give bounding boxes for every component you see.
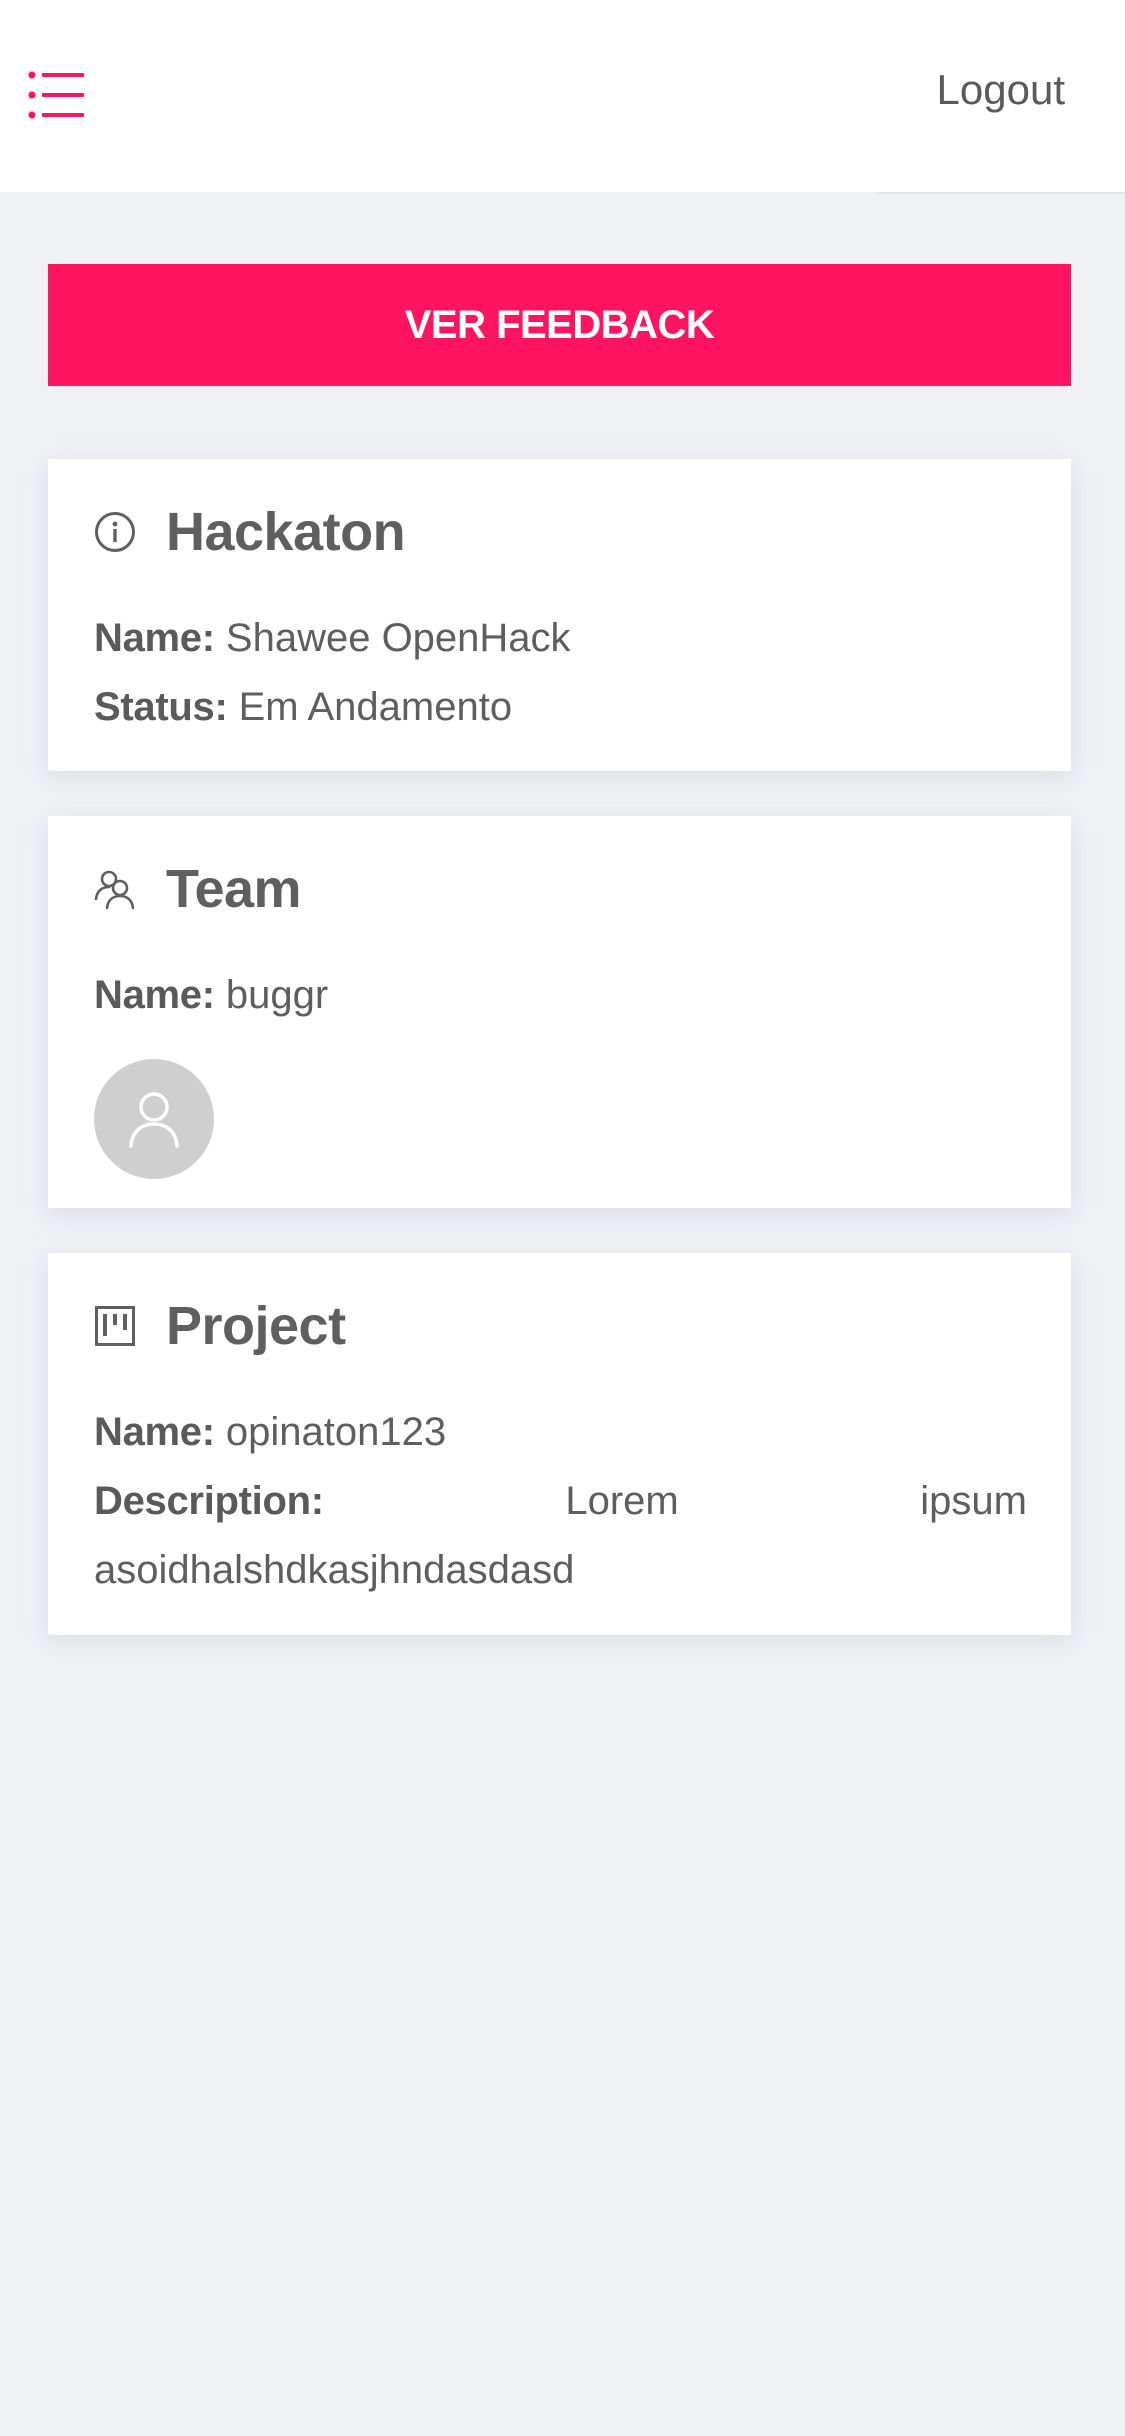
project-name-value: opinaton123 (225, 1410, 447, 1454)
team-card-header: Team (94, 856, 302, 922)
project-card-title: Project (166, 1296, 346, 1356)
hackaton-name: Name: Shawee OpenHack (94, 604, 1031, 673)
header-shadow (876, 192, 1125, 196)
menu-button[interactable] (28, 70, 86, 120)
team-name: Name: buggr (94, 961, 1031, 1030)
project-description-label: Description: (94, 1479, 324, 1523)
project-name: Name: opinaton123 (94, 1398, 1031, 1467)
hackaton-name-value: Shawee OpenHack (225, 616, 571, 660)
ver-feedback-button[interactable]: VER FEEDBACK (48, 264, 1071, 386)
hackaton-status-label: Status: (94, 685, 228, 729)
hackaton-card-title: Hackaton (166, 502, 406, 562)
user-icon (129, 1092, 179, 1148)
top-app-bar: Logout (0, 0, 1125, 192)
team-card-title: Team (166, 859, 302, 919)
project-card-header: Project (94, 1293, 346, 1359)
project-description: Description: Lorem ipsum asoidhalshdkasj… (94, 1467, 1027, 1605)
team-member-avatar[interactable] (94, 1059, 214, 1179)
logout-button[interactable]: Logout (937, 66, 1065, 114)
info-icon (94, 511, 136, 553)
hackaton-name-label: Name: (94, 616, 215, 660)
team-icon (94, 868, 136, 910)
list-icon (28, 71, 84, 119)
hackaton-card-header: Hackaton (94, 499, 406, 565)
team-name-label: Name: (94, 973, 215, 1017)
hackaton-status: Status: Em Andamento (94, 673, 1031, 742)
board-icon (94, 1305, 136, 1347)
project-name-label: Name: (94, 1410, 215, 1454)
team-name-value: buggr (225, 973, 329, 1017)
hackaton-status-value: Em Andamento (238, 685, 513, 729)
